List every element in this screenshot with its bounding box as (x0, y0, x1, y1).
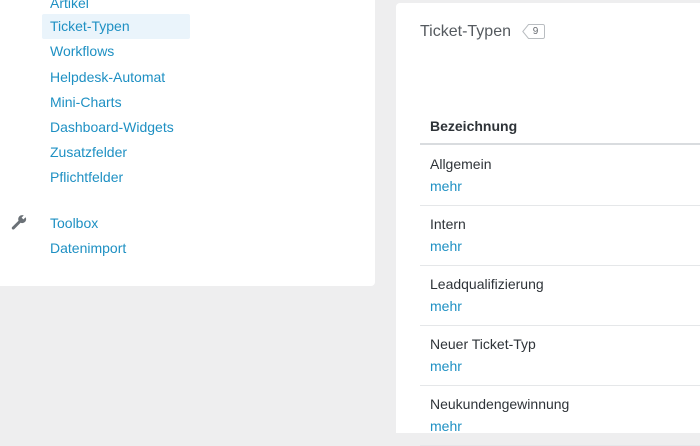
wrench-icon (10, 213, 28, 231)
sidebar-item-zusatzfelder[interactable]: Zusatzfelder (50, 142, 127, 162)
table-row: Neuer Ticket-Typ mehr (420, 325, 700, 386)
column-header-bezeichnung[interactable]: Bezeichnung (430, 117, 517, 135)
table-row: Leadqualifizierung mehr (420, 265, 700, 326)
row-name: Neuer Ticket-Typ (430, 336, 536, 352)
row-name: Leadqualifizierung (430, 276, 544, 292)
sidebar-item-ticket-typen[interactable]: Ticket-Typen (50, 16, 130, 36)
settings-sidebar: Artikel Ticket-Typen Workflows Helpdesk-… (0, 0, 375, 286)
table-row: Neukundengewinnung mehr (420, 385, 700, 446)
sidebar-item-toolbox[interactable]: Toolbox (50, 213, 98, 233)
sidebar-item-pflichtfelder[interactable]: Pflichtfelder (50, 167, 123, 187)
count-badge-value: 9 (532, 26, 539, 37)
row-more-link[interactable]: mehr (430, 177, 462, 195)
row-name: Intern (430, 216, 466, 232)
row-name: Neukundengewinnung (430, 396, 570, 412)
ticket-types-panel: Ticket-Typen 9 Bezeichnung Allgemein meh… (396, 3, 700, 446)
sidebar-item-mini-charts[interactable]: Mini-Charts (50, 92, 122, 112)
row-more-link[interactable]: mehr (430, 297, 462, 315)
row-more-link[interactable]: mehr (430, 237, 462, 255)
page-title: Ticket-Typen (420, 23, 511, 40)
sidebar-item-dashboard-widgets[interactable]: Dashboard-Widgets (50, 117, 174, 137)
sidebar-item-datenimport[interactable]: Datenimport (50, 238, 126, 258)
row-name: Allgemein (430, 156, 492, 172)
count-badge: 9 (522, 24, 545, 39)
table-row: Allgemein mehr (420, 145, 700, 206)
sidebar-item-workflows[interactable]: Workflows (50, 41, 114, 61)
sidebar-item-artikel[interactable]: Artikel (50, 0, 89, 13)
table-row: Intern mehr (420, 205, 700, 266)
sidebar-item-helpdesk-automat[interactable]: Helpdesk-Automat (50, 67, 165, 87)
table-header: Bezeichnung (420, 113, 700, 145)
row-more-link[interactable]: mehr (430, 357, 462, 375)
